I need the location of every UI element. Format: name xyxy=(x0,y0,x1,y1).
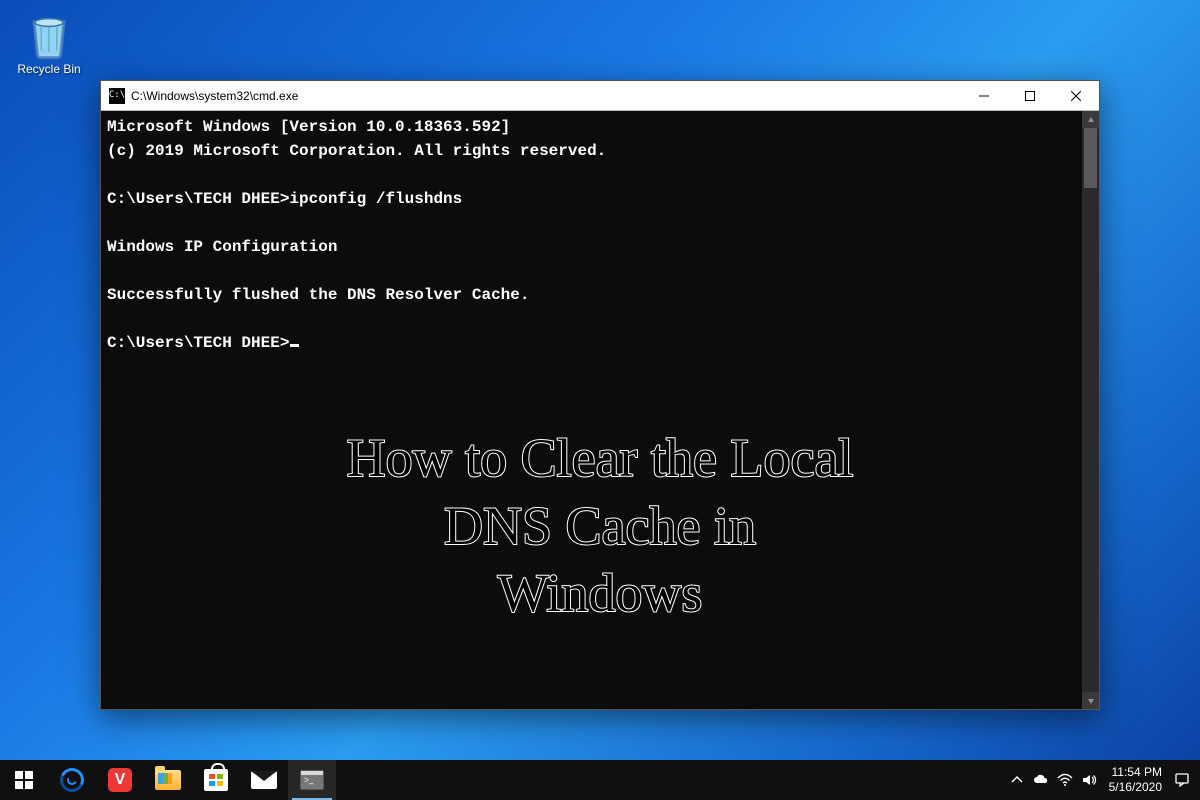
store-icon xyxy=(204,769,228,791)
taskbar-app-edge[interactable] xyxy=(48,760,96,800)
tray-overflow-button[interactable] xyxy=(1005,760,1029,800)
minimize-button[interactable] xyxy=(961,81,1007,111)
scroll-track[interactable] xyxy=(1082,128,1099,692)
wifi-icon xyxy=(1057,772,1073,788)
start-button[interactable] xyxy=(0,760,48,800)
taskbar-app-cmd[interactable] xyxy=(288,760,336,800)
cmd-body: Microsoft Windows [Version 10.0.18363.59… xyxy=(101,111,1099,709)
window-title: C:\Windows\system32\cmd.exe xyxy=(131,89,298,103)
windows-logo-icon xyxy=(15,771,33,789)
notification-icon xyxy=(1174,772,1190,788)
scroll-up-button[interactable] xyxy=(1082,111,1099,128)
speaker-icon xyxy=(1081,772,1097,788)
maximize-button[interactable] xyxy=(1007,81,1053,111)
taskbar: 11:54 PM 5/16/2020 xyxy=(0,760,1200,800)
desktop: Recycle Bin C:\Windows\system32\cmd.exe … xyxy=(0,0,1200,800)
taskbar-app-mail[interactable] xyxy=(240,760,288,800)
tray-volume[interactable] xyxy=(1077,760,1101,800)
tray-network[interactable] xyxy=(1053,760,1077,800)
cmd-window: C:\Windows\system32\cmd.exe Microsoft Wi… xyxy=(100,80,1100,710)
terminal-line: Windows IP Configuration xyxy=(107,238,337,256)
taskbar-clock[interactable]: 11:54 PM 5/16/2020 xyxy=(1101,765,1170,795)
cmd-titlebar-icon xyxy=(109,88,125,104)
clock-date: 5/16/2020 xyxy=(1109,780,1162,795)
titlebar[interactable]: C:\Windows\system32\cmd.exe xyxy=(101,81,1099,111)
edge-icon xyxy=(57,765,88,796)
taskbar-app-vivaldi[interactable] xyxy=(96,760,144,800)
close-button[interactable] xyxy=(1053,81,1099,111)
terminal-prompt: C:\Users\TECH DHEE> xyxy=(107,334,289,352)
scroll-thumb[interactable] xyxy=(1084,128,1097,188)
chevron-up-icon xyxy=(1009,772,1025,788)
desktop-icon-recycle-bin[interactable]: Recycle Bin xyxy=(10,10,88,76)
terminal-line: C:\Users\TECH DHEE>ipconfig /flushdns xyxy=(107,190,462,208)
vivaldi-icon xyxy=(108,768,132,792)
taskbar-app-store[interactable] xyxy=(192,760,240,800)
cursor-icon xyxy=(290,344,299,347)
clock-time: 11:54 PM xyxy=(1109,765,1162,780)
terminal-line: (c) 2019 Microsoft Corporation. All righ… xyxy=(107,142,606,160)
cmd-icon xyxy=(300,770,324,790)
recycle-bin-icon xyxy=(24,10,74,60)
terminal-line: Successfully flushed the DNS Resolver Ca… xyxy=(107,286,529,304)
taskbar-app-file-explorer[interactable] xyxy=(144,760,192,800)
system-tray: 11:54 PM 5/16/2020 xyxy=(1005,760,1200,800)
tray-onedrive[interactable] xyxy=(1029,760,1053,800)
scrollbar[interactable] xyxy=(1082,111,1099,709)
folder-icon xyxy=(155,770,181,790)
scroll-down-button[interactable] xyxy=(1082,692,1099,709)
terminal-output[interactable]: Microsoft Windows [Version 10.0.18363.59… xyxy=(101,111,1082,709)
mail-icon xyxy=(251,771,277,789)
recycle-bin-label: Recycle Bin xyxy=(10,62,88,76)
cloud-icon xyxy=(1033,772,1049,788)
terminal-line: Microsoft Windows [Version 10.0.18363.59… xyxy=(107,118,510,136)
action-center-button[interactable] xyxy=(1170,760,1194,800)
